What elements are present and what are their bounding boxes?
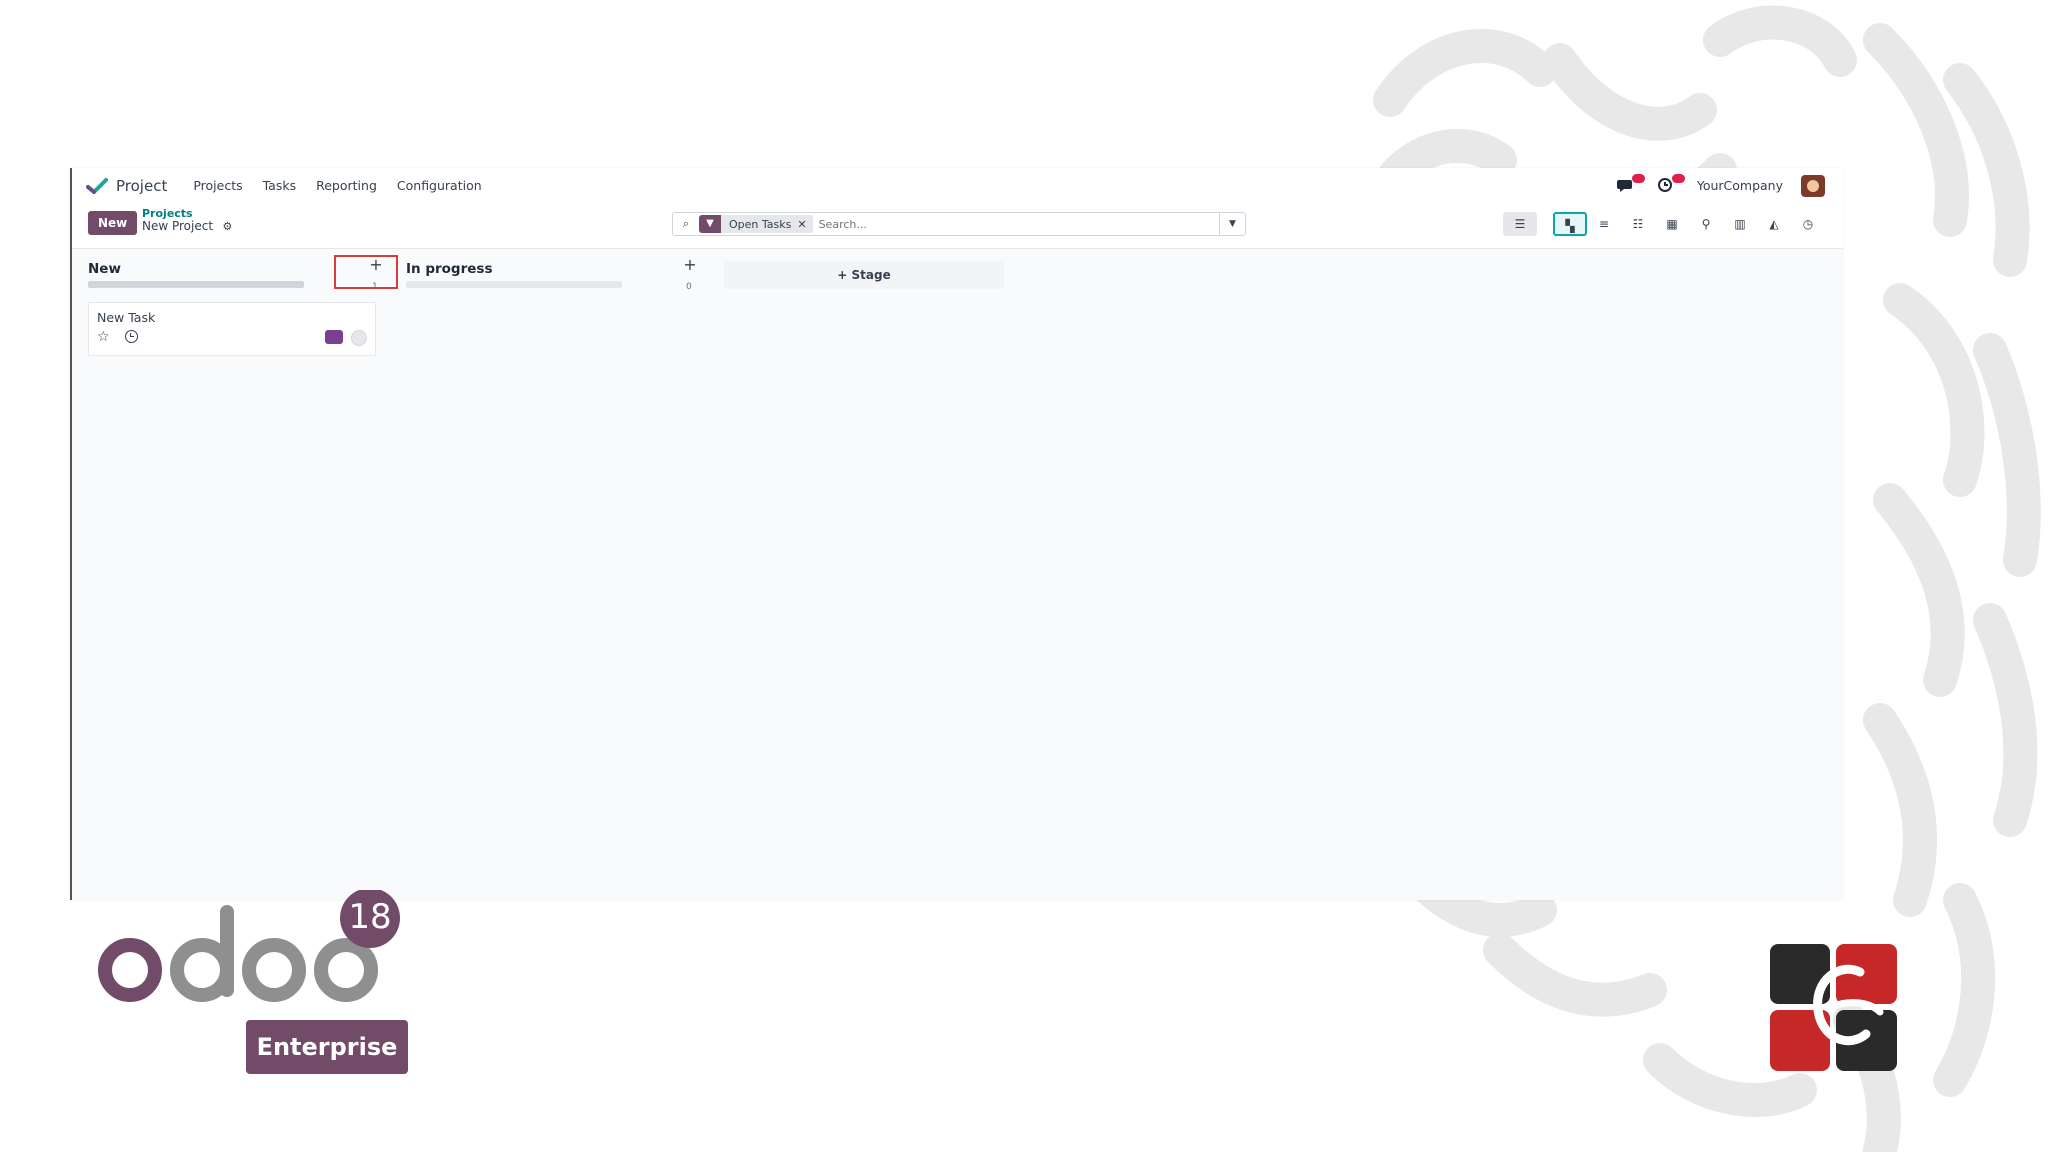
- systray: YourCompany: [1616, 168, 1825, 203]
- kanban-board: New 1 + New Task ☆ In progress 0 + + Sta…: [72, 249, 1843, 900]
- graph-view-icon[interactable]: ◭: [1757, 212, 1791, 236]
- enterprise-badge: Enterprise: [246, 1020, 408, 1074]
- assignee-avatar[interactable]: [325, 330, 343, 344]
- search-facet-open-tasks: ▼ Open Tasks ✕: [699, 215, 813, 233]
- column-title: New: [88, 261, 121, 277]
- activity-clock-icon[interactable]: [125, 330, 138, 343]
- top-navbar: Project Projects Tasks Reporting Configu…: [72, 168, 1843, 203]
- add-stage-label: Stage: [851, 268, 891, 282]
- menu-reporting[interactable]: Reporting: [316, 178, 377, 193]
- gantt-view-icon[interactable]: ☷: [1621, 212, 1655, 236]
- app-brand[interactable]: Project: [86, 177, 183, 195]
- menu-tasks[interactable]: Tasks: [263, 178, 297, 193]
- user-avatar[interactable]: [1801, 174, 1825, 197]
- calendar-view-icon[interactable]: ▦: [1655, 212, 1689, 236]
- version-badge: 18: [348, 897, 392, 937]
- column-progress-bar: [406, 281, 622, 288]
- pivot-view-icon[interactable]: ▥: [1723, 212, 1757, 236]
- activities-button[interactable]: [1657, 173, 1685, 195]
- star-icon[interactable]: ☆: [97, 329, 110, 345]
- video-frame: Project Projects Tasks Reporting Configu…: [0, 0, 2048, 1152]
- column-title: In progress: [406, 261, 493, 277]
- column-progress-bar: [88, 281, 304, 288]
- add-stage-button[interactable]: + Stage: [724, 261, 1004, 289]
- new-button[interactable]: New: [88, 211, 138, 235]
- control-panel: New Projects New Project ⚙ ⌕ ▼ Open Task…: [72, 203, 1843, 249]
- sliders-icon[interactable]: ☰: [1503, 212, 1537, 236]
- partner-logo: [1770, 944, 1897, 1071]
- search-icon[interactable]: ⌕: [673, 217, 699, 231]
- task-card[interactable]: New Task ☆: [88, 302, 376, 356]
- project-checkmark-icon: [86, 177, 108, 194]
- caret-down-icon[interactable]: ▼: [1219, 213, 1245, 235]
- breadcrumb: Projects New Project ⚙: [142, 208, 232, 233]
- facet-label: Open Tasks: [729, 217, 792, 231]
- filter-icon: ▼: [699, 215, 721, 233]
- breadcrumb-current: New Project: [142, 219, 214, 233]
- company-switcher[interactable]: YourCompany: [1697, 178, 1783, 193]
- menu-projects[interactable]: Projects: [193, 178, 242, 193]
- close-icon[interactable]: ✕: [797, 218, 812, 231]
- task-state-circle[interactable]: [351, 330, 367, 346]
- view-switcher: ☰ ▚ ≡ ☷ ▦ ⚲ ▥ ◭ ◷: [1503, 212, 1825, 236]
- search-bar: ⌕ ▼ Open Tasks ✕ ▼: [672, 212, 1246, 236]
- activity-view-icon[interactable]: ◷: [1791, 212, 1825, 236]
- odoo-app-window: Project Projects Tasks Reporting Configu…: [70, 168, 1843, 900]
- column-count: 0: [686, 282, 692, 292]
- menu-configuration[interactable]: Configuration: [397, 178, 482, 193]
- kanban-view-icon[interactable]: ▚: [1553, 212, 1587, 236]
- add-task-plus-icon[interactable]: +: [680, 255, 700, 274]
- search-input[interactable]: [818, 217, 1179, 231]
- messages-badge: [1631, 173, 1645, 183]
- list-view-icon[interactable]: ≡: [1587, 212, 1621, 236]
- plus-icon: +: [837, 268, 852, 282]
- activities-badge: [1671, 173, 1685, 183]
- task-title: New Task: [97, 310, 156, 325]
- app-name: Project: [116, 176, 168, 195]
- map-pin-icon[interactable]: ⚲: [1689, 212, 1723, 236]
- highlight-box: [334, 255, 398, 289]
- gear-icon[interactable]: ⚙: [223, 221, 233, 233]
- messages-button[interactable]: [1616, 173, 1645, 195]
